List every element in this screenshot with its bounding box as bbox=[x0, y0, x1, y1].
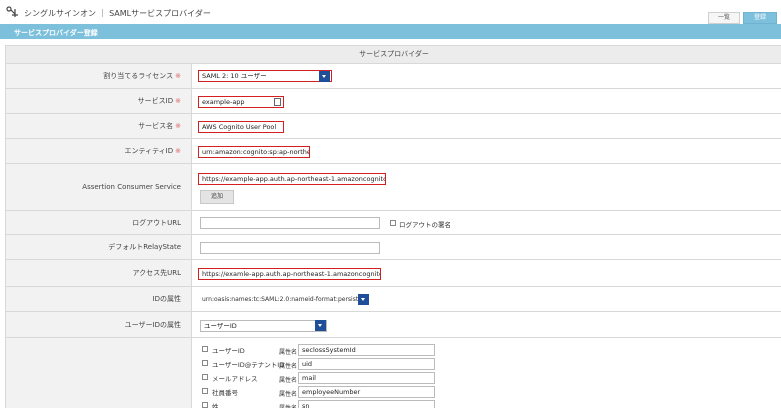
acs-input[interactable]: https://example-app.auth.ap-northeast-1.… bbox=[198, 173, 386, 185]
id-attribute-dropdown-icon[interactable] bbox=[358, 294, 369, 305]
register-button[interactable]: 登録 bbox=[743, 12, 777, 24]
attr-name-input[interactable]: seclossSystemId bbox=[298, 344, 435, 356]
user-id-attribute-select[interactable]: ユーザーID bbox=[200, 320, 327, 332]
row-service-id: サービスID ※ example-app bbox=[6, 89, 781, 114]
attr-label: メールアドレス bbox=[212, 375, 258, 383]
row-id-attribute: IDの属性 urn:oasis:names:tc:SAML:2.0:nameid… bbox=[6, 287, 781, 312]
attr-label: ユーザーID@テナントID bbox=[212, 361, 285, 369]
service-id-label: サービスID ※ bbox=[137, 97, 181, 105]
form-section-header: サービスプロバイダー bbox=[6, 46, 781, 64]
list-button[interactable]: 一覧 bbox=[708, 12, 740, 24]
service-name-label: サービス名 ※ bbox=[138, 122, 181, 130]
service-name-input[interactable]: AWS Cognito User Pool bbox=[198, 121, 284, 133]
title-bar: サービスプロバイダー登録 bbox=[0, 24, 781, 39]
app-logo-icon bbox=[6, 6, 18, 17]
row-access-url: アクセス先URL https://examle-app.auth.ap-nort… bbox=[6, 260, 781, 287]
row-relay-state: デフォルトRelayState bbox=[6, 235, 781, 260]
attr-checkbox[interactable] bbox=[202, 388, 208, 394]
user-id-attribute-dropdown-icon[interactable] bbox=[315, 320, 326, 331]
attr-name-label: 属性名 bbox=[279, 377, 298, 384]
row-logout-url: ログアウトURL ログアウトの署名 bbox=[6, 211, 781, 235]
service-id-input[interactable]: example-app bbox=[198, 96, 284, 108]
attr-checkbox[interactable] bbox=[202, 374, 208, 380]
attr-name-label: 属性名 bbox=[279, 403, 297, 408]
attr-label: 姓 bbox=[212, 403, 219, 408]
id-attribute-select[interactable]: urn:oasis:names:tc:SAML:2.0:nameid-forma… bbox=[202, 296, 368, 303]
license-dropdown-icon[interactable] bbox=[319, 71, 330, 82]
attr-name-input[interactable]: employeeNumber bbox=[298, 386, 435, 398]
add-acs-button[interactable]: 追加 bbox=[200, 190, 234, 204]
attr-name-input[interactable]: uid bbox=[298, 358, 435, 370]
attr-label: ユーザーID bbox=[212, 347, 245, 355]
relay-state-label: デフォルトRelayState bbox=[108, 243, 181, 251]
relay-state-input[interactable] bbox=[200, 242, 380, 254]
user-id-attribute-label: ユーザーIDの属性 bbox=[124, 320, 181, 329]
license-select[interactable]: SAML 2: 10 ユーザー bbox=[198, 70, 332, 82]
row-user-id-attribute: ユーザーIDの属性 ユーザーID bbox=[6, 312, 781, 338]
logout-signature-label: ログアウトの署名 bbox=[399, 221, 451, 229]
row-acs: Assertion Consumer Service https://examp… bbox=[6, 164, 781, 211]
required-mark: ※ bbox=[175, 72, 181, 80]
attr-name-label: 属性名 bbox=[279, 391, 298, 398]
attr-name-label: 属性名 bbox=[279, 349, 298, 356]
row-service-name: サービス名 ※ AWS Cognito User Pool bbox=[6, 114, 781, 139]
entity-id-label: エンティティID ※ bbox=[124, 147, 182, 155]
service-provider-form: サービスプロバイダー 割り当てるライセンス ※ SAML 2: 10 ユーザー サ… bbox=[5, 45, 781, 408]
entity-id-input[interactable]: urn:amazon:cognito:sp:ap-northea bbox=[198, 146, 310, 158]
attr-name-input[interactable]: mail bbox=[298, 372, 435, 384]
logout-signature-checkbox[interactable] bbox=[390, 220, 396, 226]
logout-url-label: ログアウトURL bbox=[132, 218, 181, 227]
access-url-label: アクセス先URL bbox=[132, 269, 181, 277]
attr-label: 社員番号 bbox=[212, 389, 238, 397]
title-bar-text: サービスプロバイダー登録 bbox=[14, 29, 98, 37]
attr-checkbox[interactable] bbox=[202, 402, 208, 408]
row-license: 割り当てるライセンス ※ SAML 2: 10 ユーザー bbox=[6, 64, 781, 89]
attr-name-label: 属性名 bbox=[279, 363, 298, 370]
id-attribute-label: IDの属性 bbox=[152, 295, 181, 303]
attr-checkbox[interactable] bbox=[202, 360, 208, 366]
top-bar: シングルサインオン ｜ SAMLサービスプロバイダー 一覧 登録 bbox=[0, 0, 781, 24]
attr-name-input[interactable]: sn bbox=[298, 400, 435, 408]
access-url-input[interactable]: https://examle-app.auth.ap-northeast-1.a… bbox=[198, 268, 381, 280]
row-entity-id: エンティティID ※ urn:amazon:cognito:sp:ap-north… bbox=[6, 139, 781, 164]
row-attributes: ユーザーID 属性名 seclossSystemId ユーザーID@テナントID… bbox=[6, 338, 781, 408]
acs-label: Assertion Consumer Service bbox=[82, 183, 181, 191]
page-title: シングルサインオン ｜ SAMLサービスプロバイダー bbox=[24, 9, 211, 18]
copy-icon[interactable] bbox=[274, 98, 281, 106]
license-label: 割り当てるライセンス ※ bbox=[103, 72, 181, 80]
logout-url-input[interactable] bbox=[200, 217, 380, 229]
attr-checkbox[interactable] bbox=[202, 346, 208, 352]
